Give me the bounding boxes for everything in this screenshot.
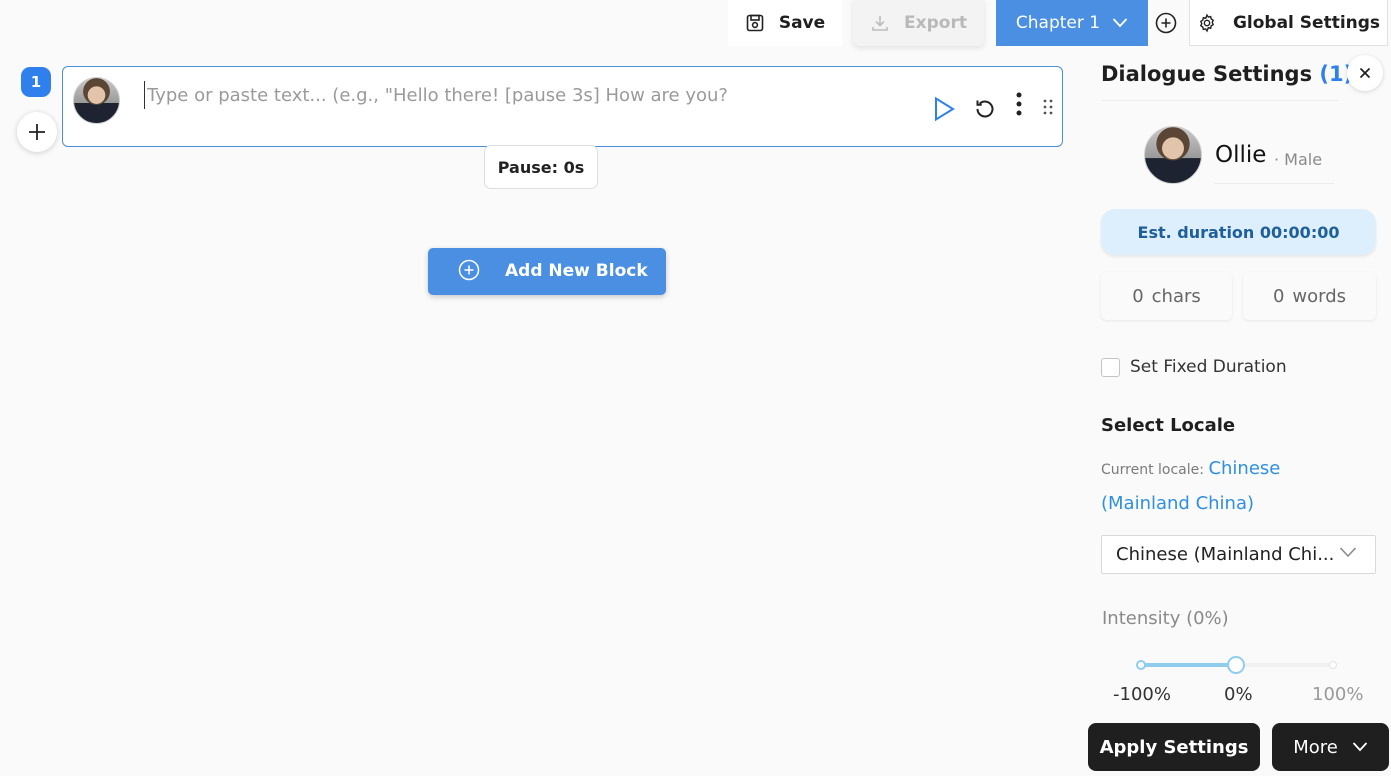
- dialogue-text-input[interactable]: [144, 81, 904, 109]
- save-button[interactable]: Save: [728, 0, 842, 46]
- global-settings-button[interactable]: Global Settings: [1189, 0, 1388, 46]
- locale-section-title: Select Locale: [1101, 415, 1236, 436]
- export-button[interactable]: Export: [853, 0, 984, 46]
- slider-fill: [1141, 663, 1236, 667]
- regenerate-icon[interactable]: [971, 95, 999, 123]
- chevron-down-icon: [1112, 17, 1128, 29]
- more-vertical-icon[interactable]: [1009, 89, 1029, 119]
- current-locale: Current locale: Chinese (Mainland China): [1101, 452, 1331, 522]
- slider-thumb[interactable]: [1227, 656, 1245, 674]
- words-count: 0 words: [1243, 272, 1376, 320]
- export-label: Export: [904, 13, 967, 33]
- voice-avatar[interactable]: [1144, 126, 1202, 184]
- add-new-block-label: Add New Block: [505, 261, 648, 281]
- voice-divider: [1214, 183, 1334, 184]
- chevron-down-icon: [1352, 741, 1368, 753]
- save-icon: [745, 13, 765, 33]
- fixed-duration-checkbox[interactable]: [1101, 358, 1120, 377]
- save-label: Save: [778, 13, 826, 33]
- voice-gender: · Male: [1274, 150, 1323, 169]
- voice-name: Ollie: [1215, 142, 1267, 168]
- slider-max-dot: [1329, 661, 1337, 669]
- intensity-slider[interactable]: [1136, 655, 1337, 675]
- plus-circle-icon: [458, 259, 480, 281]
- slider-tick-mid: 0%: [1224, 684, 1253, 705]
- words-value: 0: [1272, 285, 1285, 307]
- locale-select-value: Chinese (Mainland Chi...: [1116, 544, 1335, 565]
- insert-block-button[interactable]: [17, 112, 57, 152]
- estimated-duration-badge: Est. duration 00:00:00: [1101, 209, 1376, 255]
- download-icon: [870, 13, 890, 33]
- dialogue-block[interactable]: [62, 66, 1063, 147]
- block-number-badge: 1: [21, 67, 51, 97]
- pause-chip[interactable]: Pause: 0s: [484, 145, 598, 189]
- dialogue-settings-panel: Dialogue Settings (1) Ollie · Male Est. …: [1086, 50, 1391, 776]
- apply-settings-button[interactable]: Apply Settings: [1088, 723, 1260, 771]
- slider-min-dot: [1136, 660, 1146, 670]
- add-chapter-icon[interactable]: [1154, 11, 1178, 35]
- current-locale-prefix: Current locale:: [1101, 462, 1204, 478]
- chars-count: 0 chars: [1101, 272, 1232, 320]
- chapter-dropdown[interactable]: Chapter 1: [996, 0, 1148, 46]
- words-label: words: [1292, 285, 1347, 307]
- slider-tick-max: 100%: [1312, 684, 1364, 705]
- more-button[interactable]: More: [1272, 723, 1389, 771]
- slider-tick-min: -100%: [1113, 684, 1171, 705]
- chars-label: chars: [1151, 285, 1201, 307]
- panel-title-divider: [1101, 100, 1339, 101]
- locale-select[interactable]: Chinese (Mainland Chi...: [1101, 535, 1376, 574]
- chapter-label: Chapter 1: [1015, 13, 1101, 33]
- speaker-avatar[interactable]: [73, 77, 120, 124]
- intensity-label: Intensity (0%): [1102, 608, 1229, 629]
- close-icon: [1359, 67, 1371, 79]
- more-label: More: [1293, 736, 1338, 758]
- fixed-duration-label[interactable]: Set Fixed Duration: [1130, 357, 1287, 377]
- chars-value: 0: [1132, 285, 1144, 307]
- drag-handle-icon[interactable]: [1039, 95, 1057, 119]
- chevron-down-icon: [1339, 546, 1357, 558]
- global-settings-label: Global Settings: [1232, 12, 1381, 33]
- play-icon[interactable]: [929, 94, 959, 124]
- gear-icon: [1197, 13, 1217, 33]
- panel-title: Dialogue Settings (1): [1101, 62, 1353, 86]
- panel-title-text: Dialogue Settings: [1101, 62, 1313, 86]
- close-panel-button[interactable]: [1347, 55, 1383, 91]
- add-new-block-button[interactable]: Add New Block: [428, 248, 666, 295]
